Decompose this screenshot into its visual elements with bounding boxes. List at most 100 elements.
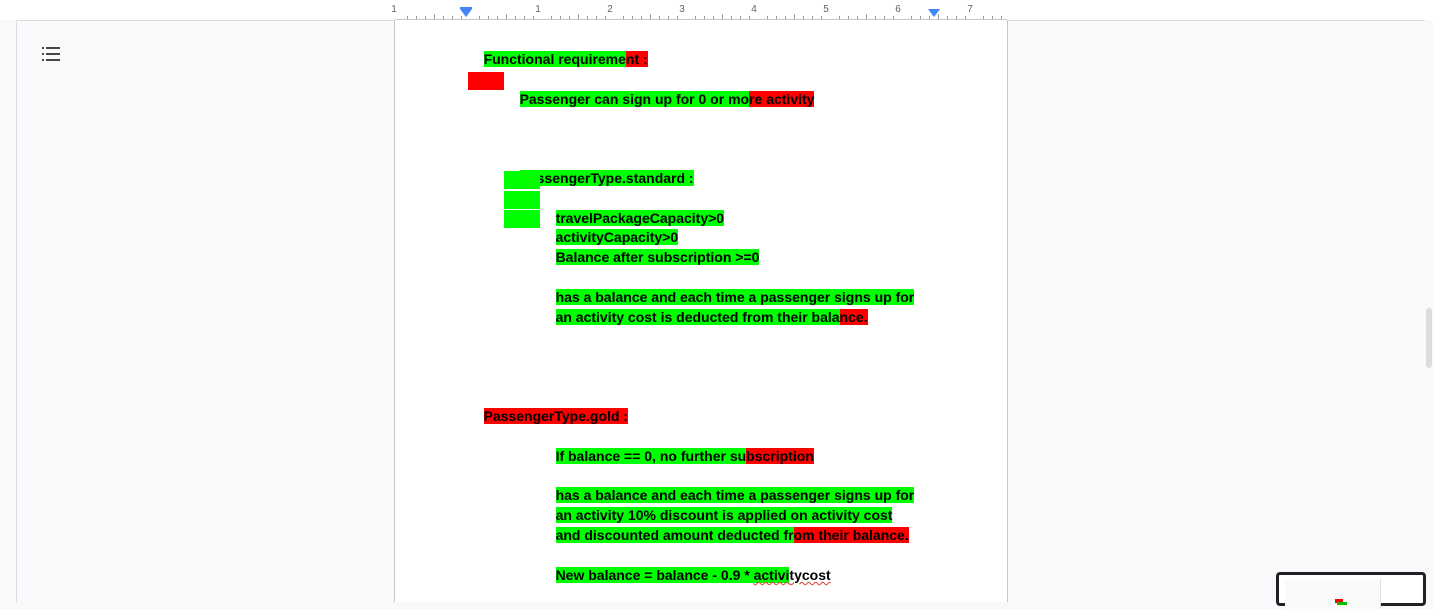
- doc-line[interactable]: activityCapacity>0: [540, 210, 679, 245]
- highlighted-text: and discounted amount deducted fr: [555, 527, 794, 543]
- ruler-tick: [560, 16, 561, 19]
- doc-line[interactable]: has a balance and each time a passenger …: [540, 468, 915, 503]
- highlighted-text: om their balance.: [793, 527, 909, 543]
- ruler-tick: [983, 16, 984, 19]
- highlighted-tab: [504, 210, 540, 228]
- highlighted-text: New balance = balance - 0.9 *: [555, 567, 754, 583]
- ruler-tick: [992, 16, 993, 19]
- thumbnail-page: [1285, 579, 1381, 609]
- ruler-number: 5: [823, 4, 829, 15]
- doc-line[interactable]: and discounted amount deducted from thei…: [540, 508, 909, 543]
- ruler-tick: [884, 16, 885, 19]
- ruler-tick: [524, 16, 525, 19]
- ruler-tick: [767, 16, 768, 19]
- doc-line[interactable]: Functional requirement :: [468, 32, 648, 67]
- ruler-tick: [911, 16, 912, 19]
- ruler-tick: [749, 16, 750, 19]
- ruler-number: 1: [535, 4, 541, 15]
- ruler-tick: [848, 16, 849, 19]
- ruler-tick: [794, 14, 795, 19]
- ruler-track: [395, 0, 1007, 20]
- ruler-tick: [839, 16, 840, 19]
- ruler-tick: [659, 16, 660, 19]
- highlighted-text: PassengerType.gold :: [483, 408, 629, 424]
- ruler-tick: [578, 14, 579, 19]
- horizontal-ruler: 1 1 2 3 4 5 6 7: [0, 0, 1433, 20]
- highlighted-text: nce.: [839, 309, 868, 325]
- ruler-number: 6: [895, 4, 901, 15]
- highlighted-text: If balance == 0, no further su: [555, 448, 747, 464]
- ruler-tick: [587, 16, 588, 19]
- highlighted-text: Functional requireme: [483, 51, 626, 67]
- ruler-tick: [488, 16, 489, 19]
- highlighted-tab: [504, 191, 540, 209]
- ruler-tick: [515, 16, 516, 19]
- ruler-tick: [704, 16, 705, 19]
- doc-line[interactable]: an activity 10% discount is applied on a…: [540, 488, 893, 523]
- doc-line[interactable]: PassengerType.standard :: [504, 151, 694, 186]
- ruler-tick: [956, 16, 957, 19]
- ruler-tick: [740, 16, 741, 19]
- document-page[interactable]: Functional requirement : Passenger can s…: [394, 20, 1008, 602]
- ruler-tick: [731, 16, 732, 19]
- ruler-number: 7: [967, 4, 973, 15]
- highlighted-text: re activity: [749, 91, 815, 107]
- ruler-tick: [452, 16, 453, 19]
- doc-line[interactable]: PassengerType.gold :: [468, 389, 629, 424]
- highlighted-tab: [468, 72, 504, 90]
- ruler-number: 1: [391, 4, 397, 15]
- left-indent-marker[interactable]: [460, 9, 472, 17]
- misspelled-text: activi: [753, 567, 790, 583]
- list-icon: [42, 47, 60, 61]
- highlighted-text: Passenger can sign up for 0 or mo: [519, 91, 750, 107]
- ruler-tick: [776, 16, 777, 19]
- document-outline-button[interactable]: [40, 44, 62, 64]
- ruler-number: 2: [607, 4, 613, 15]
- ruler-tick: [812, 16, 813, 19]
- doc-line[interactable]: New balance = balance - 0.9 * activityco…: [540, 548, 831, 583]
- page-thumbnail-preview[interactable]: [1276, 572, 1426, 609]
- right-indent-marker[interactable]: [928, 9, 940, 17]
- highlighted-text: nt :: [625, 51, 648, 67]
- ruler-tick: [668, 16, 669, 19]
- highlighted-text: PassengerType.standard :: [519, 170, 694, 186]
- ruler-tick: [821, 16, 822, 19]
- ruler-tick: [497, 16, 498, 19]
- highlighted-text: Balance after subscription >=0: [555, 249, 760, 265]
- ruler-tick: [551, 16, 552, 19]
- ruler-tick: [893, 16, 894, 19]
- ruler-tick: [713, 16, 714, 19]
- ruler-tick: [425, 16, 426, 19]
- doc-line[interactable]: If balance == 0, no further subscription: [540, 429, 814, 464]
- doc-line[interactable]: has a balance and each time a passenger …: [540, 270, 915, 305]
- ruler-tick: [506, 14, 507, 19]
- ruler-tick: [857, 16, 858, 19]
- ruler-tick: [569, 16, 570, 19]
- highlighted-text: an activity cost is deducted from their …: [555, 309, 840, 325]
- ruler-tick: [416, 16, 417, 19]
- ruler-tick: [533, 16, 534, 19]
- ruler-tick: [875, 16, 876, 19]
- doc-line[interactable]: an activity cost is deducted from their …: [540, 290, 868, 325]
- vertical-scrollbar-thumb[interactable]: [1426, 308, 1432, 368]
- ruler-tick: [434, 14, 435, 19]
- highlighted-tab: [504, 171, 540, 189]
- doc-line[interactable]: travelPackageCapacity>0: [540, 191, 725, 226]
- highlighted-text: bscription: [746, 448, 814, 464]
- ruler-tick: [947, 16, 948, 19]
- ruler-tick: [803, 16, 804, 19]
- ruler-tick: [650, 14, 651, 19]
- doc-line[interactable]: Passenger can sign up for 0 or more acti…: [504, 72, 815, 107]
- ruler-tick: [920, 16, 921, 19]
- doc-line[interactable]: Balance after subscription >=0: [540, 230, 760, 265]
- ruler-tick: [479, 16, 480, 19]
- ruler-tick: [1001, 16, 1002, 19]
- ruler-tick: [785, 16, 786, 19]
- ruler-tick: [632, 16, 633, 19]
- ruler-tick: [443, 16, 444, 19]
- misspelled-text: tycost: [789, 567, 831, 583]
- ruler-tick: [407, 16, 408, 19]
- ruler-tick: [623, 16, 624, 19]
- ruler-tick: [722, 14, 723, 19]
- ruler-tick: [596, 16, 597, 19]
